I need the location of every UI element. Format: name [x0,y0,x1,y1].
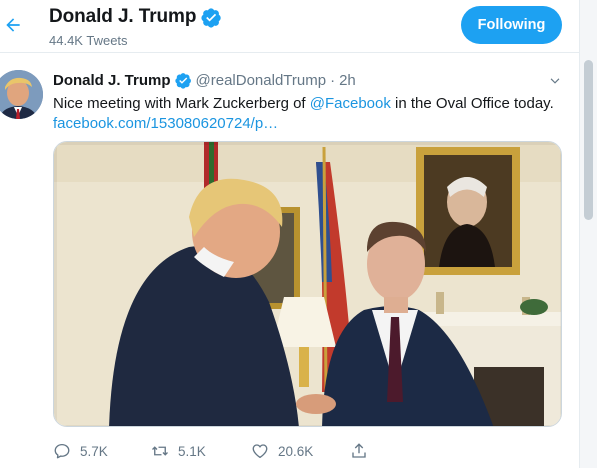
profile-header: Donald J. Trump 44.4K Tweets Following [0,0,579,53]
reply-count: 5.7K [80,443,108,459]
following-button[interactable]: Following [461,6,562,44]
scrollbar[interactable] [579,0,597,468]
like-icon [252,444,268,459]
tweet-handle[interactable]: @realDonaldTrump [196,72,327,89]
verified-badge-icon [201,7,222,28]
tweet-count: 44.4K Tweets [49,33,128,48]
back-arrow-icon [6,18,20,32]
share-icon [352,443,366,458]
verified-badge-icon [174,73,191,89]
tweet-actions: 5.7K 5.1K 20.6K [53,442,373,464]
tweet-text: Nice meeting with Mark Zuckerberg of @Fa… [53,94,563,114]
tweet-header: Donald J. Trump @realDonaldTrump · 2h [53,72,356,89]
separator-dot: · [330,72,336,89]
back-button[interactable] [2,14,24,36]
profile-title: Donald J. Trump [49,6,222,28]
reply-icon [54,443,70,459]
like-button[interactable]: 20.6K [251,442,313,460]
tweet-time[interactable]: 2h [339,72,356,89]
share-button[interactable] [350,442,368,460]
tweet-text-start: Nice meeting with Mark Zuckerberg of [53,95,310,112]
retweet-count: 5.1K [178,443,206,459]
reply-button[interactable]: 5.7K [53,442,108,460]
facebook-link[interactable]: facebook.com/153080620724/p… [53,114,278,134]
retweet-button[interactable]: 5.1K [151,442,206,460]
avatar[interactable] [0,70,43,119]
scrollbar-thumb[interactable] [584,60,593,220]
retweet-icon [152,446,168,456]
tweet[interactable]: Donald J. Trump @realDonaldTrump · 2h Ni… [0,61,579,468]
tweet-author[interactable]: Donald J. Trump [53,72,171,89]
tweet-text-end: in the Oval Office today. [390,95,554,112]
profile-name: Donald J. Trump [49,6,197,27]
facebook-mention-link[interactable]: @Facebook [310,95,391,112]
chevron-down-icon[interactable] [548,74,562,88]
tweet-photo[interactable] [53,141,562,427]
like-count: 20.6K [278,443,314,459]
